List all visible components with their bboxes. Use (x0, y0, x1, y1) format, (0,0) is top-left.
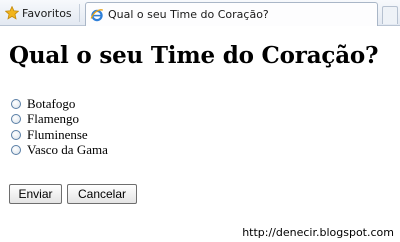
submit-button[interactable]: Enviar (9, 184, 62, 204)
page-title: Qual o seu Time do Coração? (9, 42, 379, 69)
new-tab-button[interactable] (382, 6, 398, 24)
favorites-label: Favoritos (22, 6, 72, 20)
option-label: Flamengo (27, 111, 79, 127)
toolbar-divider (79, 4, 80, 22)
option-fluminense[interactable]: Fluminense (11, 127, 108, 143)
option-flamengo[interactable]: Flamengo (11, 111, 108, 128)
option-label: Fluminense (27, 126, 88, 142)
option-label: Botafogo (27, 95, 76, 111)
tab-title: Qual o seu Time do Coração? (108, 8, 269, 21)
ie-icon (90, 8, 104, 21)
radio-button[interactable] (11, 98, 21, 109)
radio-button[interactable] (11, 114, 21, 125)
option-botafogo[interactable]: Botafogo (11, 96, 108, 112)
star-icon (5, 6, 19, 20)
option-vasco-da-gama[interactable]: Vasco da Gama (11, 142, 108, 159)
team-options: Botafogo Flamengo Fluminense Vasco da Ga… (11, 96, 108, 158)
blog-url: http://denecir.blogspot.com (242, 226, 394, 239)
option-label: Vasco da Gama (27, 142, 108, 158)
browser-toolbar: Favoritos Qual o seu Time do Coração? (0, 0, 400, 26)
browser-tab[interactable]: Qual o seu Time do Coração? (85, 2, 378, 26)
radio-button[interactable] (11, 129, 21, 140)
radio-button[interactable] (11, 145, 21, 156)
cancel-button[interactable]: Cancelar (67, 184, 137, 204)
favorites-button[interactable]: Favoritos (5, 5, 72, 21)
